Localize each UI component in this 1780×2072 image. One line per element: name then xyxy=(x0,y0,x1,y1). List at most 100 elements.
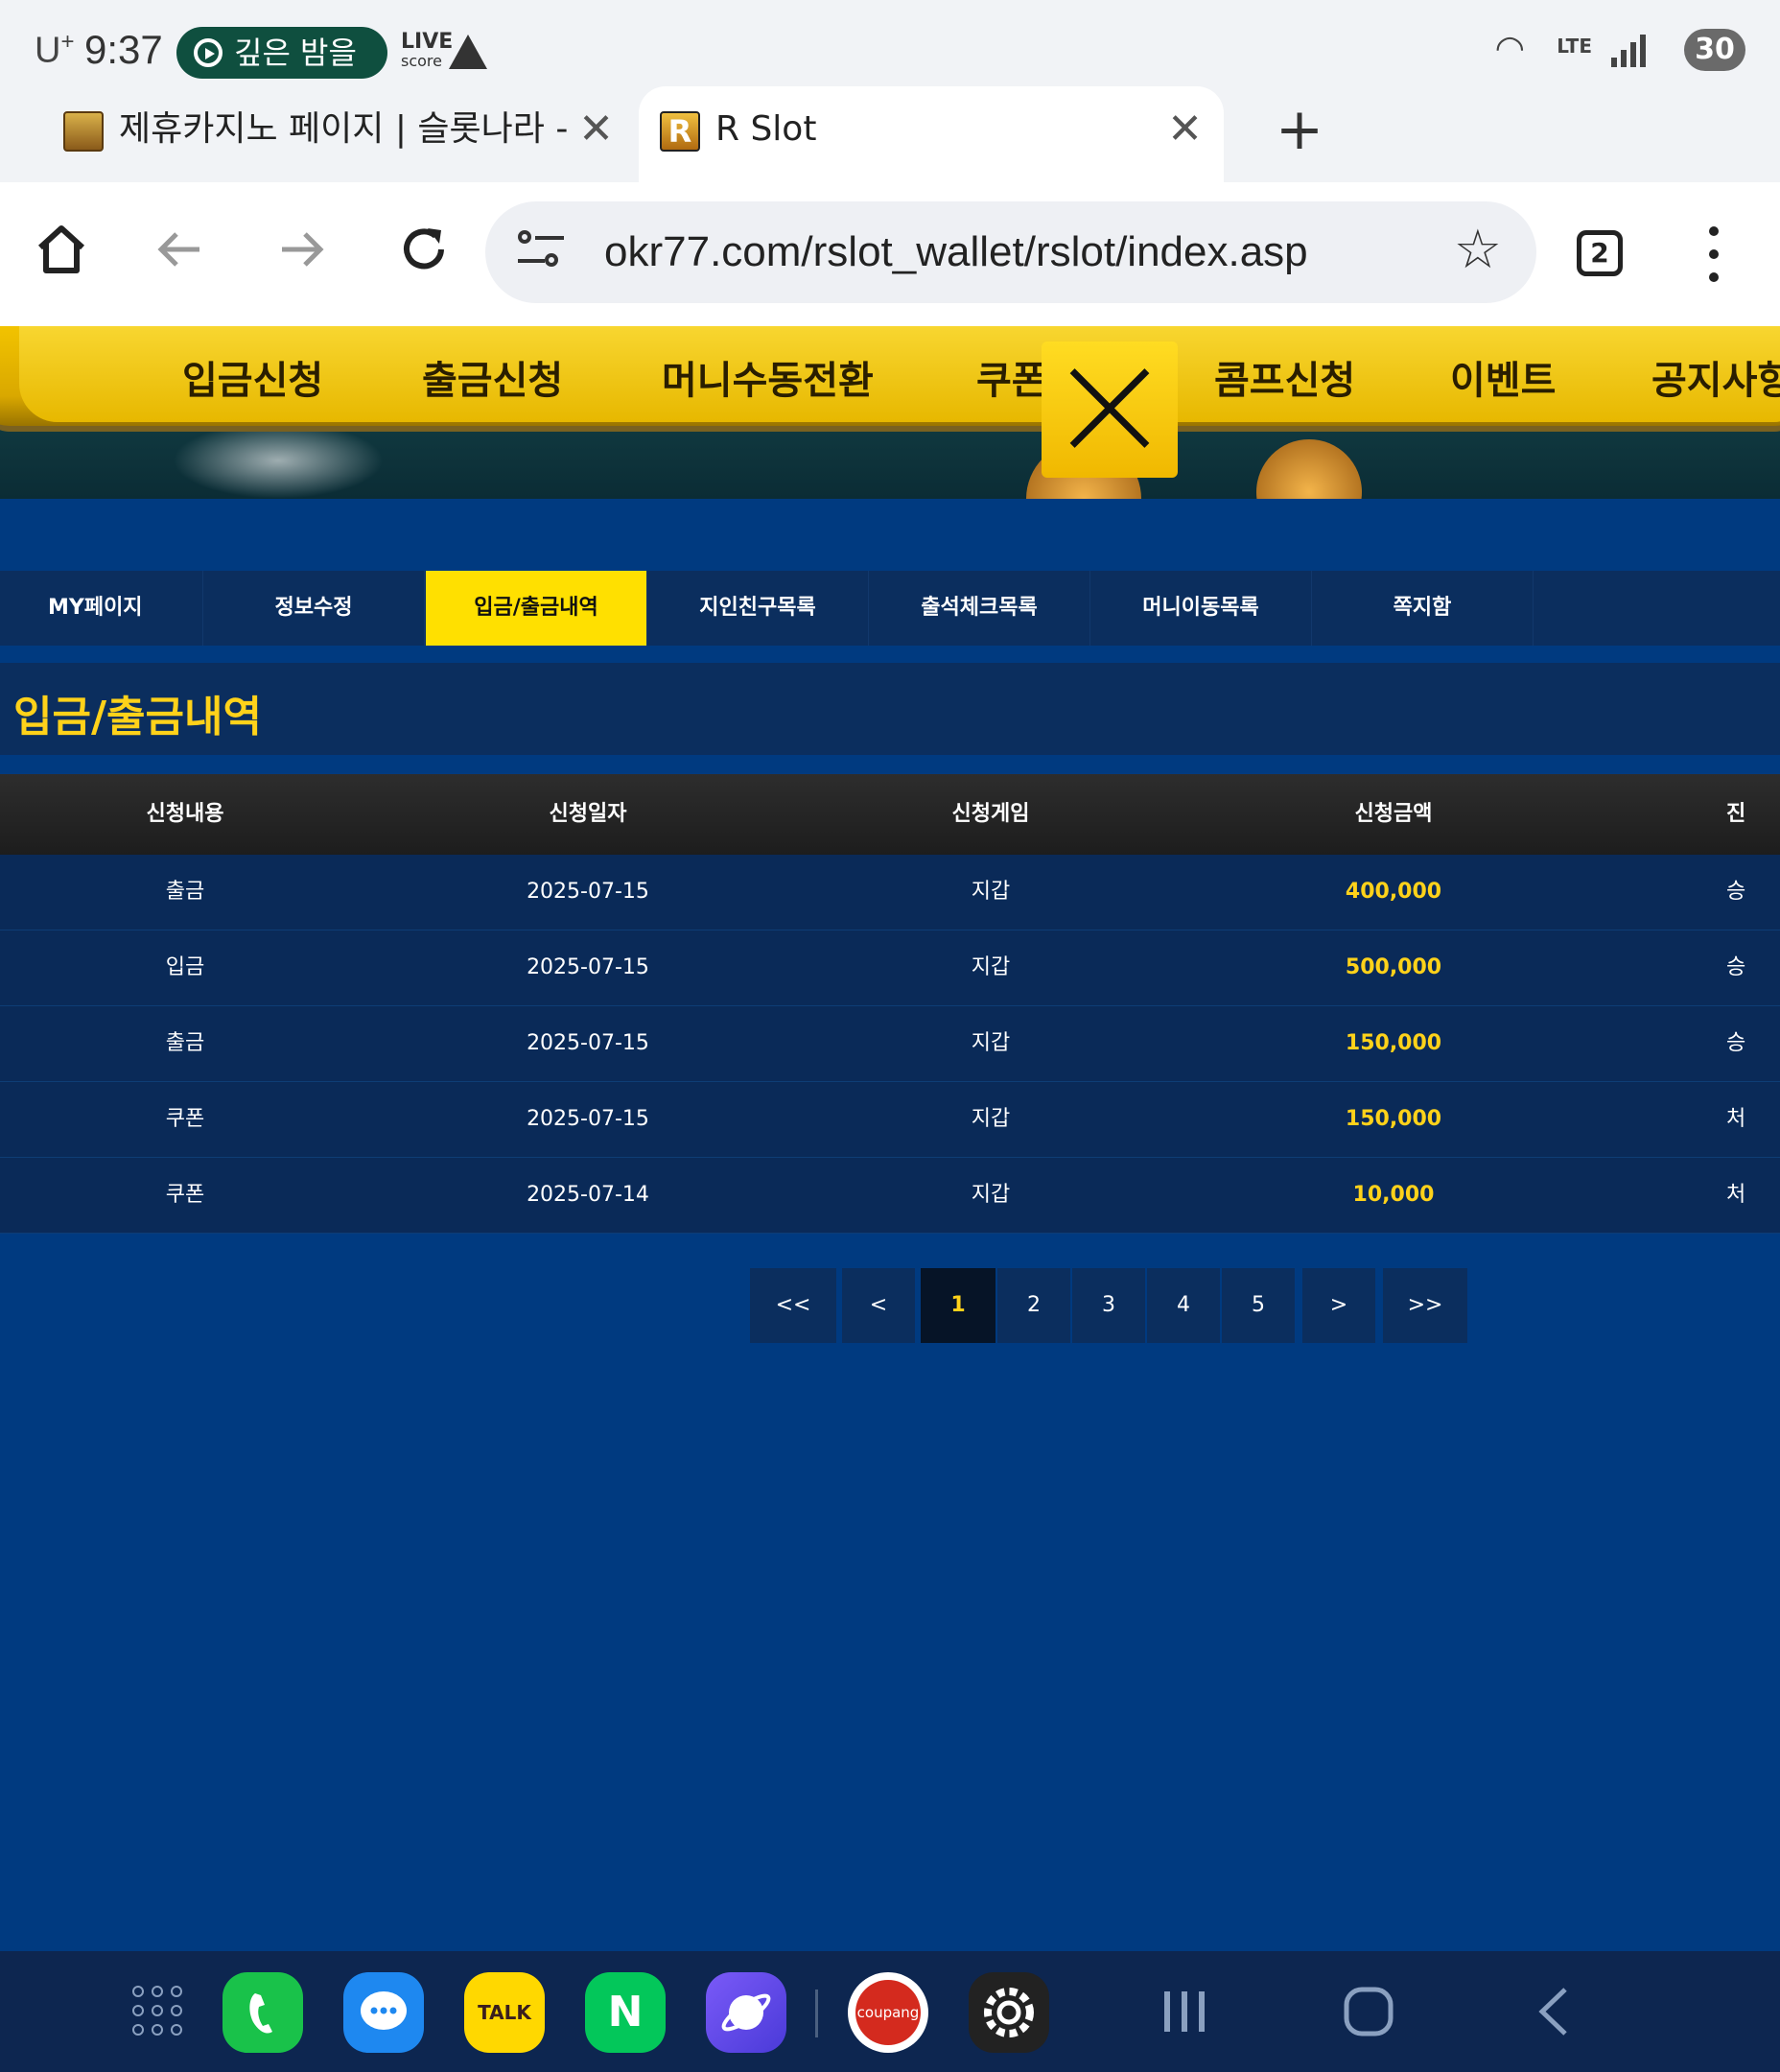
back-icon[interactable] xyxy=(144,221,217,294)
cell-game: 지갑 xyxy=(971,955,1011,979)
recent-apps-icon[interactable] xyxy=(1160,1986,1208,2037)
wifi-icon: ◠ xyxy=(1494,29,1525,68)
cell-status: 처 xyxy=(1726,1183,1746,1207)
app-drawer-icon[interactable] xyxy=(132,1986,182,2036)
transactions-table: 신청내용 신청일자 신청게임 신청금액 진 출금 2025-07-15 지갑 4… xyxy=(0,774,1780,1234)
column-header: 신청일자 xyxy=(549,802,627,826)
site-settings-icon[interactable] xyxy=(518,230,566,274)
browser-toolbar: okr77.com/rslot_wallet/rslot/index.asp ☆… xyxy=(0,182,1780,326)
page-last-button[interactable]: >> xyxy=(1383,1268,1467,1343)
phone-app-icon[interactable] xyxy=(222,1972,303,2053)
subnav-edit-info[interactable]: 정보수정 xyxy=(203,571,425,646)
rslot-favicon-icon: R xyxy=(660,111,700,152)
home-nav-icon[interactable] xyxy=(1343,1986,1394,2037)
column-header: 신청게임 xyxy=(951,802,1030,826)
divider xyxy=(0,755,1780,774)
status-icons: ◠ LTE 30 xyxy=(1439,29,1745,71)
page-first-button[interactable]: << xyxy=(750,1268,836,1343)
divider xyxy=(0,646,1780,663)
forward-icon[interactable] xyxy=(265,221,338,294)
subnav-messages[interactable]: 쪽지함 xyxy=(1312,571,1534,646)
subnav-mypage[interactable]: MY페이지 xyxy=(0,571,203,646)
nav-notice[interactable]: 공지사항 xyxy=(1651,349,1780,405)
home-icon[interactable] xyxy=(25,221,98,294)
bookmark-star-icon[interactable]: ☆ xyxy=(1454,219,1502,281)
page-button-current[interactable]: 1 xyxy=(921,1268,995,1343)
close-button[interactable] xyxy=(1042,341,1178,478)
cell-type: 출금 xyxy=(165,1031,205,1055)
column-header: 신청내용 xyxy=(146,802,224,826)
nav-coupon[interactable]: 쿠폰 xyxy=(976,349,1047,405)
cell-status: 처 xyxy=(1726,1107,1746,1131)
livescore-icon: LIVE score xyxy=(401,30,454,71)
more-menu-icon[interactable] xyxy=(1707,226,1721,284)
cell-status: 승 xyxy=(1726,955,1746,979)
cell-amount: 150,000 xyxy=(1345,1107,1442,1131)
page-button[interactable]: 5 xyxy=(1222,1268,1295,1343)
cell-date: 2025-07-15 xyxy=(527,1107,649,1131)
kakaotalk-app-icon[interactable]: TALK xyxy=(464,1972,545,2053)
page-prev-button[interactable]: < xyxy=(842,1268,915,1343)
cell-date: 2025-07-15 xyxy=(527,1031,649,1055)
page-next-button[interactable]: > xyxy=(1302,1268,1375,1343)
close-tab-icon[interactable]: ✕ xyxy=(1167,86,1203,173)
page-button[interactable]: 3 xyxy=(1072,1268,1145,1343)
new-tab-button[interactable]: + xyxy=(1256,86,1343,173)
subnav-money-move[interactable]: 머니이동목록 xyxy=(1090,571,1312,646)
spacer-band xyxy=(0,499,1780,571)
site-header: 입금신청 출금신청 머니수동전환 쿠폰 콤프신청 이벤트 공지사항 xyxy=(0,326,1780,499)
column-header: 신청금액 xyxy=(1354,802,1433,826)
screen: { "status_bar": { "carrier": "U", "carri… xyxy=(0,0,1780,2072)
settings-app-icon[interactable] xyxy=(969,1972,1049,2053)
nav-deposit[interactable]: 입금신청 xyxy=(182,349,323,405)
cell-date: 2025-07-15 xyxy=(527,880,649,904)
table-row: 입금 2025-07-15 지갑 500,000 승 xyxy=(0,930,1780,1006)
tab-active[interactable]: R R Slot ✕ xyxy=(639,86,1224,182)
play-icon xyxy=(194,38,222,67)
column-header: 진 xyxy=(1726,802,1746,826)
section-header: 입금/출금내역 xyxy=(0,663,1780,755)
tab-inactive[interactable]: 제휴카지노 페이지 | 슬롯나라 - 2 ✕ xyxy=(0,86,633,182)
status-bar: U+ 9:37 깊은 밤을 LIVE score ◠ LTE 30 xyxy=(0,0,1780,86)
slot-favicon-icon xyxy=(63,111,104,152)
cell-status: 승 xyxy=(1726,880,1746,904)
notification-arrow-icon xyxy=(449,35,487,69)
internet-browser-icon[interactable] xyxy=(706,1972,786,2053)
cell-type: 쿠폰 xyxy=(165,1107,205,1131)
taskbar-dock: TALK N coupang xyxy=(0,1951,1780,2072)
reload-icon[interactable] xyxy=(387,221,460,294)
nav-comp[interactable]: 콤프신청 xyxy=(1214,349,1355,405)
address-bar[interactable]: okr77.com/rslot_wallet/rslot/index.asp ☆ xyxy=(485,201,1536,303)
tab-switcher-button[interactable]: 2 xyxy=(1577,230,1623,276)
cell-type: 입금 xyxy=(165,955,205,979)
cell-game: 지갑 xyxy=(971,1107,1011,1131)
subnav-attendance[interactable]: 출석체크목록 xyxy=(869,571,1090,646)
signal-icon xyxy=(1611,33,1650,67)
messages-app-icon[interactable] xyxy=(343,1972,424,2053)
lte-label: LTE xyxy=(1557,35,1592,58)
cell-status: 승 xyxy=(1726,1031,1746,1055)
page-button[interactable]: 4 xyxy=(1147,1268,1220,1343)
dock-separator xyxy=(815,1990,818,2037)
close-tab-icon[interactable]: ✕ xyxy=(578,86,614,173)
cell-amount: 10,000 xyxy=(1352,1183,1435,1207)
cell-date: 2025-07-15 xyxy=(527,955,649,979)
naver-app-icon[interactable]: N xyxy=(585,1972,666,2053)
clock: 9:37 xyxy=(84,27,163,72)
page-button[interactable]: 2 xyxy=(997,1268,1070,1343)
media-pill[interactable]: 깊은 밤을 xyxy=(176,27,387,79)
subnav-referrals[interactable]: 지인친구목록 xyxy=(647,571,869,646)
coupang-app-icon[interactable]: coupang xyxy=(848,1972,928,2053)
table-header: 신청내용 신청일자 신청게임 신청금액 진 xyxy=(0,774,1780,855)
nav-withdraw[interactable]: 출금신청 xyxy=(422,349,563,405)
nav-event[interactable]: 이벤트 xyxy=(1450,349,1556,405)
url-text[interactable]: okr77.com/rslot_wallet/rslot/index.asp xyxy=(604,201,1308,303)
carrier-label: U+ xyxy=(35,29,75,71)
battery-indicator: 30 xyxy=(1684,29,1745,71)
back-nav-icon[interactable] xyxy=(1534,1986,1573,2037)
cell-type: 출금 xyxy=(165,880,205,904)
cell-amount: 400,000 xyxy=(1345,880,1442,904)
subnav-transactions[interactable]: 입금/출금내역 xyxy=(426,571,647,646)
cell-game: 지갑 xyxy=(971,1031,1011,1055)
nav-money-transfer[interactable]: 머니수동전환 xyxy=(662,349,874,405)
